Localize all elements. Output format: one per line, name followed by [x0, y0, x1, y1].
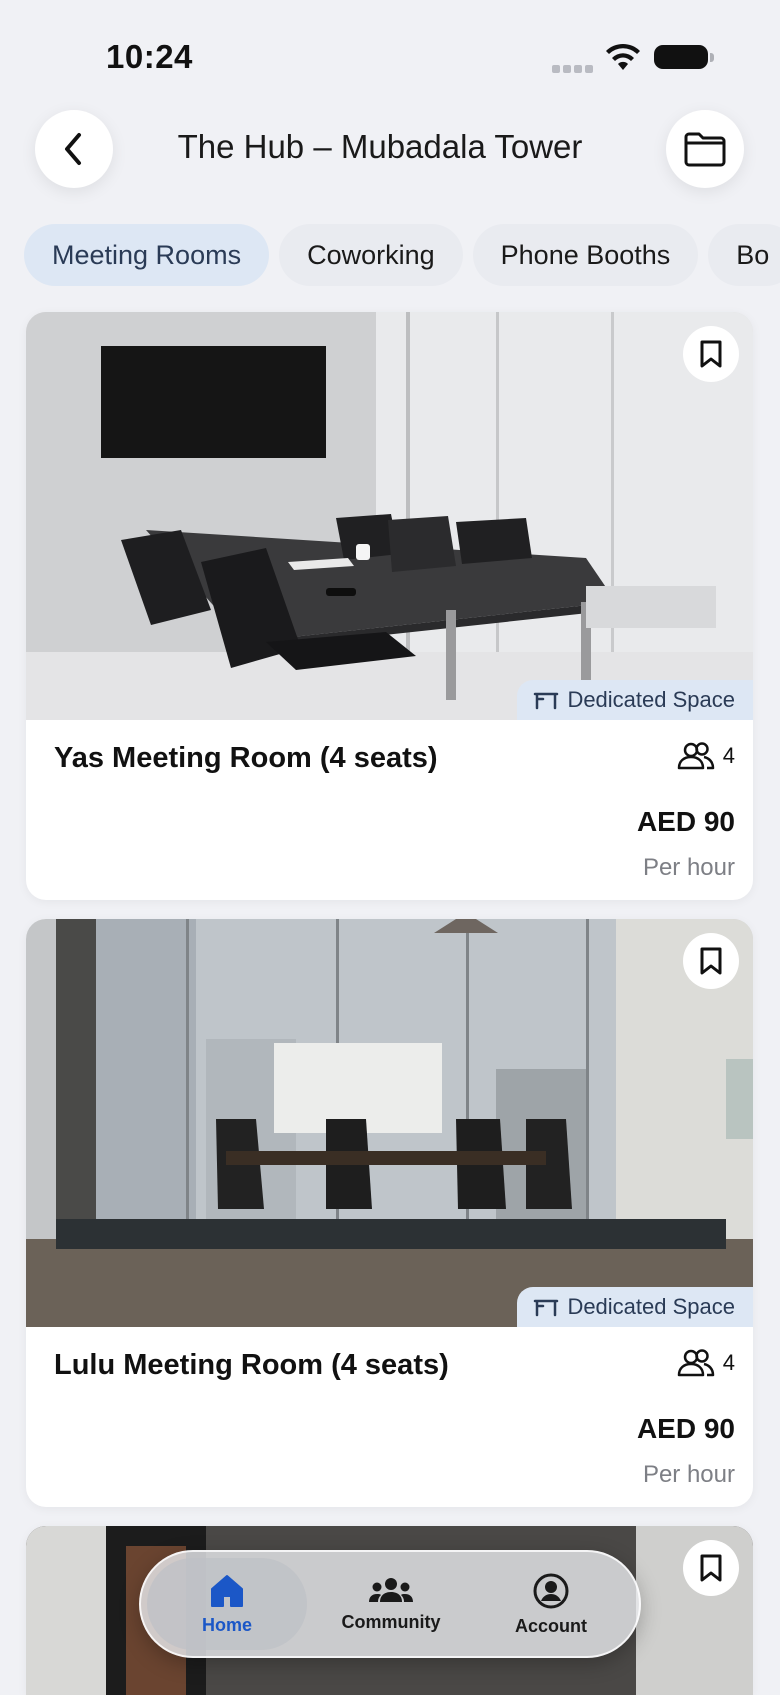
bookmark-button[interactable]: [683, 326, 739, 382]
battery-icon: [654, 45, 714, 69]
room-card[interactable]: Dedicated Space Lulu Meeting Room (4 sea…: [26, 919, 753, 1507]
price: AED 90: [636, 1413, 735, 1444]
wifi-icon: [606, 43, 640, 70]
room-photo: Dedicated Space: [26, 312, 753, 720]
nav-community-label: Community: [341, 1611, 441, 1632]
cellular-signal-icon: [552, 60, 596, 78]
category-tabs: Meeting Rooms Coworking Phone Booths Bo: [24, 224, 780, 286]
seat-count: 4: [677, 1349, 735, 1377]
back-button[interactable]: [35, 110, 113, 188]
nav-home-label: Home: [201, 1614, 252, 1635]
bookmark-icon: [700, 1554, 722, 1582]
community-icon: [369, 1577, 413, 1602]
meeting-room-image: [26, 919, 753, 1327]
seat-count: 4: [677, 742, 735, 770]
room-card[interactable]: Dedicated Space Yas Meeting Room (4 seat…: [26, 312, 753, 900]
dedicated-space-badge: Dedicated Space: [517, 1287, 753, 1327]
desk-icon: [534, 1299, 559, 1317]
chevron-left-icon: [65, 133, 81, 165]
meeting-room-image: [26, 312, 753, 720]
badge-label: Dedicated Space: [567, 687, 735, 712]
tab-coworking[interactable]: Coworking: [279, 224, 463, 286]
dedicated-space-badge: Dedicated Space: [517, 680, 753, 720]
bookmark-icon: [700, 340, 722, 368]
account-icon: [533, 1573, 569, 1608]
tab-more[interactable]: Bo: [708, 224, 780, 286]
folder-button[interactable]: [666, 110, 744, 188]
seat-count-value: 4: [722, 743, 735, 768]
tab-phone-booths[interactable]: Phone Booths: [472, 224, 699, 286]
status-time: 10:24: [106, 38, 193, 75]
desk-icon: [534, 692, 559, 710]
bottom-navigation: Home Community Account: [139, 1550, 641, 1658]
users-icon: [677, 742, 714, 770]
card-details: Lulu Meeting Room (4 seats) 4 AED 90 Per…: [26, 1327, 753, 1507]
users-icon: [677, 1349, 714, 1377]
bookmark-button[interactable]: [683, 933, 739, 989]
nav-account-label: Account: [515, 1615, 587, 1636]
room-photo: Dedicated Space: [26, 919, 753, 1327]
badge-label: Dedicated Space: [567, 1294, 735, 1319]
home-icon: [211, 1574, 243, 1607]
price: AED 90: [636, 806, 735, 837]
card-details: Yas Meeting Room (4 seats) 4 AED 90 Per …: [26, 720, 753, 900]
nav-home[interactable]: Home: [147, 1552, 307, 1656]
tab-meeting-rooms[interactable]: Meeting Rooms: [24, 224, 270, 286]
price-unit: Per hour: [642, 1461, 735, 1488]
folder-icon: [684, 132, 726, 167]
price-unit: Per hour: [642, 854, 735, 881]
bookmark-icon: [700, 947, 722, 975]
room-title: Lulu Meeting Room (4 seats): [54, 1349, 449, 1381]
seat-count-value: 4: [722, 1350, 735, 1375]
nav-community[interactable]: Community: [311, 1552, 471, 1656]
nav-account[interactable]: Account: [471, 1552, 631, 1656]
room-title: Yas Meeting Room (4 seats): [54, 742, 438, 774]
status-bar: 10:24: [0, 0, 780, 100]
bookmark-button[interactable]: [683, 1540, 739, 1596]
page-title: The Hub – Mubadala Tower: [177, 128, 583, 165]
